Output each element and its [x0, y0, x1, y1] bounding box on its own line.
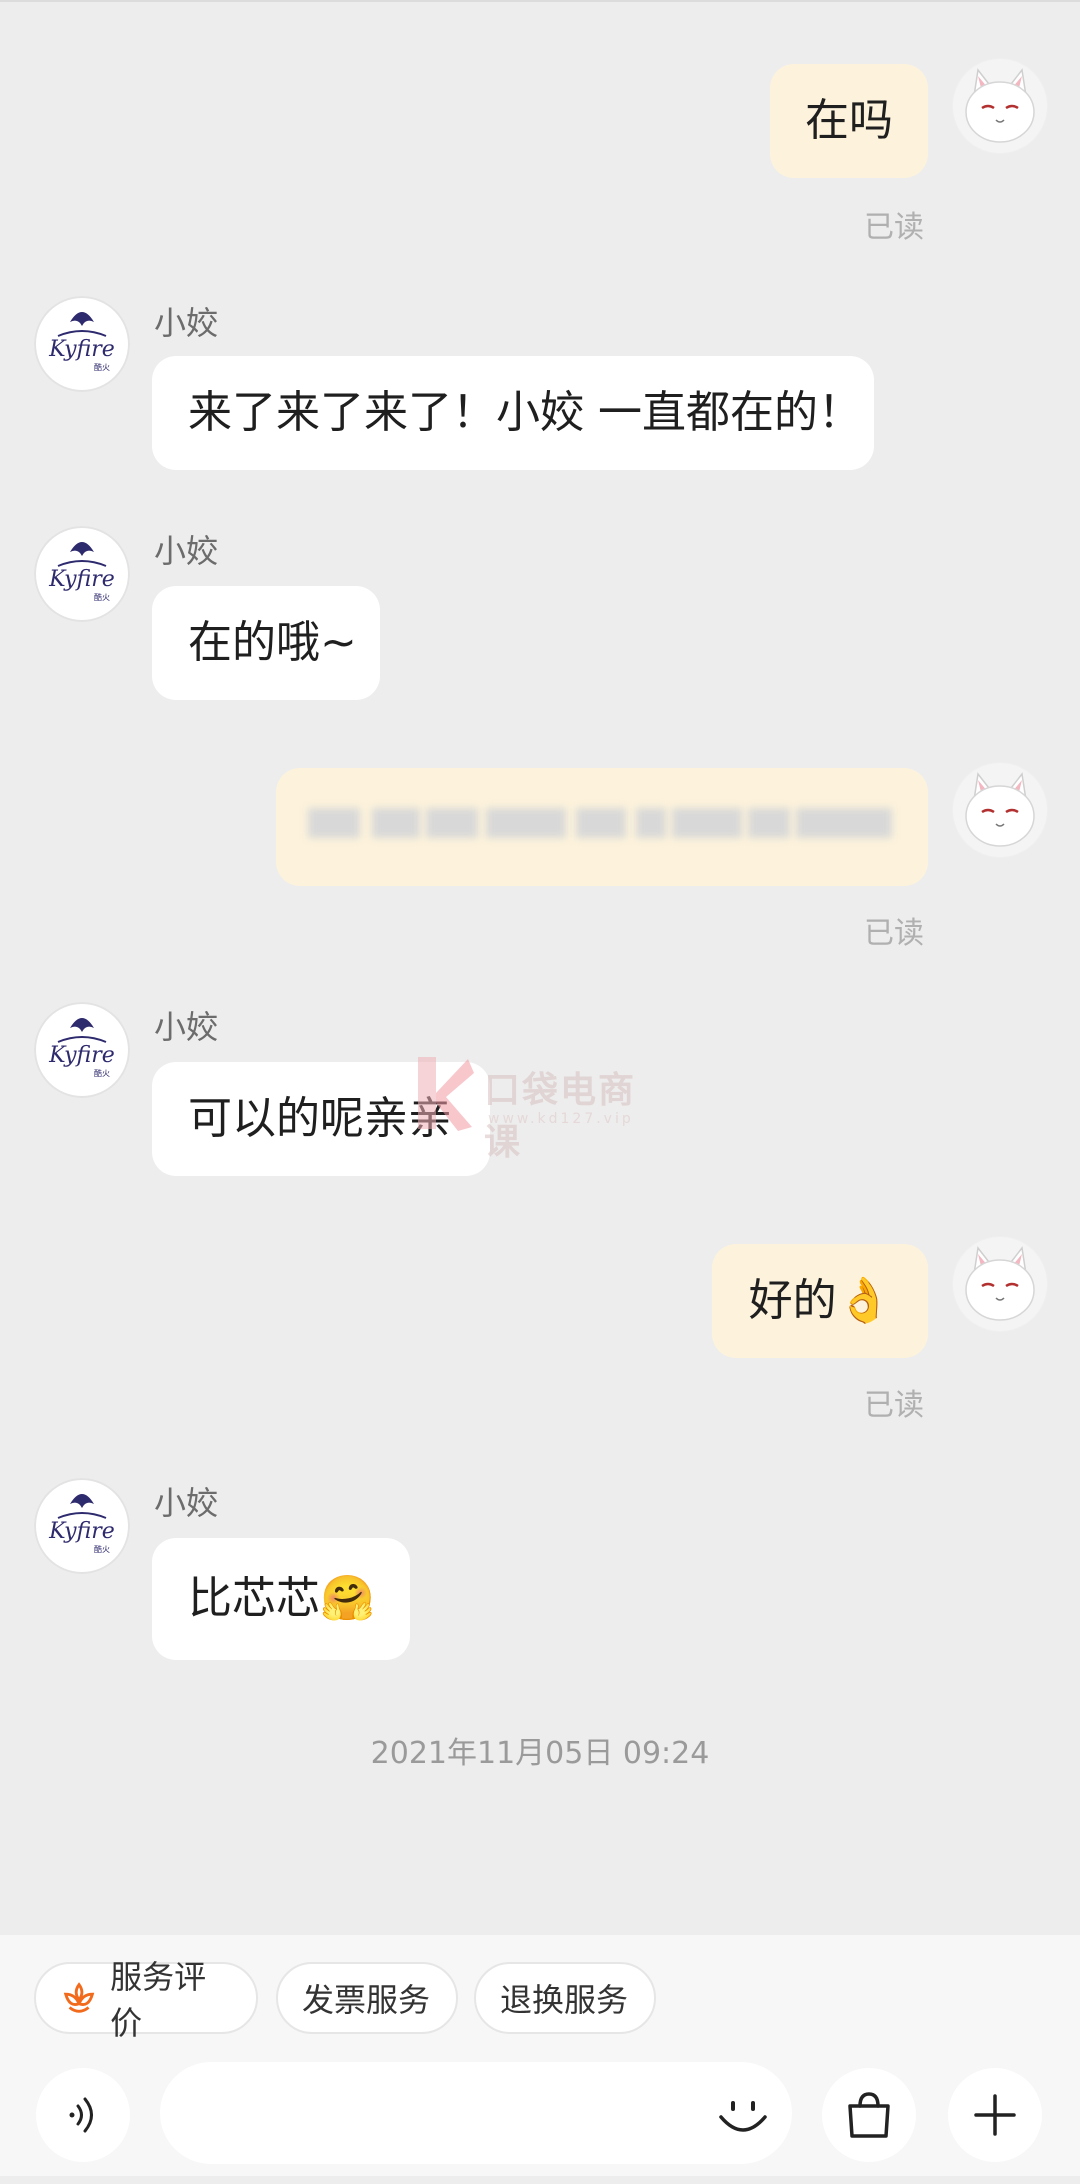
- svg-text:酷火: 酷火: [94, 1068, 110, 1078]
- shop-logo-icon: Kyfire 酷火: [48, 1494, 115, 1554]
- emoji-icon: [719, 2101, 767, 2132]
- sender-name: 小姣: [154, 1484, 219, 1522]
- blurred-content: [636, 808, 666, 838]
- chip-label: 发票服务: [302, 1981, 431, 2019]
- user-avatar[interactable]: [952, 762, 1048, 858]
- message-text: 来了来了来了！小姣 一直都在的！: [188, 387, 862, 438]
- sender-name: 小姣: [154, 532, 219, 570]
- svg-text:Kyfire: Kyfire: [48, 337, 115, 362]
- message-text: 比芯芯🤗: [188, 1573, 375, 1624]
- shopping-bag-button[interactable]: [822, 2068, 916, 2162]
- flower-icon: [63, 1982, 95, 2013]
- emoji-button[interactable]: [696, 2068, 790, 2162]
- shop-logo-icon: Kyfire 酷火: [48, 1018, 115, 1078]
- cat-avatar-icon: [953, 763, 1047, 857]
- blurred-content: [426, 808, 478, 838]
- message-bubble-out[interactable]: 好的👌: [712, 1244, 928, 1358]
- svg-text:Kyfire: Kyfire: [48, 567, 115, 592]
- chat-timestamp: 2021年11月05日 09:24: [370, 1736, 710, 1771]
- plus-icon: [974, 2094, 1016, 2136]
- watermark-logo-icon: [418, 1057, 474, 1131]
- return-exchange-chip[interactable]: 退换服务: [474, 1962, 656, 2034]
- chip-label: 退换服务: [500, 1981, 629, 2019]
- voice-button[interactable]: [36, 2068, 130, 2162]
- shop-logo-icon: Kyfire 酷火: [48, 542, 115, 602]
- invoice-service-chip[interactable]: 发票服务: [276, 1962, 458, 2034]
- plus-button[interactable]: [948, 2068, 1042, 2162]
- watermark: 口袋电商课 www.kd127.vip: [412, 1053, 672, 1163]
- blurred-content: [576, 808, 626, 838]
- cat-avatar-icon: [953, 59, 1047, 153]
- message-bubble-in[interactable]: 在的哦~: [152, 586, 380, 700]
- top-divider: [0, 0, 1080, 2]
- svg-text:酷火: 酷火: [94, 1544, 110, 1554]
- service-rating-chip[interactable]: 服务评价: [34, 1958, 258, 2042]
- user-avatar[interactable]: [952, 58, 1048, 154]
- read-receipt: 已读: [864, 916, 924, 951]
- cat-avatar-icon: [953, 1237, 1047, 1331]
- blurred-content: [308, 808, 360, 838]
- blurred-content: [372, 808, 420, 838]
- blurred-content: [796, 808, 892, 838]
- bottom-edge: [0, 2176, 1080, 2184]
- message-bubble-in[interactable]: 比芯芯🤗: [152, 1538, 410, 1660]
- user-avatar[interactable]: [952, 1236, 1048, 1332]
- message-bubble-in[interactable]: 来了来了来了！小姣 一直都在的！: [152, 356, 874, 470]
- sender-name: 小姣: [154, 304, 219, 342]
- message-text: 好的👌: [748, 1275, 892, 1326]
- message-bubble-out-blurred[interactable]: [276, 768, 928, 886]
- shop-avatar[interactable]: Kyfire 酷火: [34, 296, 130, 392]
- chip-label: 服务评价: [110, 1958, 207, 2042]
- watermark-url: www.kd127.vip: [488, 1111, 634, 1127]
- message-text: 在的哦~: [188, 617, 357, 668]
- svg-text:Kyfire: Kyfire: [48, 1043, 115, 1068]
- read-receipt: 已读: [864, 210, 924, 245]
- shop-avatar[interactable]: Kyfire 酷火: [34, 1478, 130, 1574]
- voice-icon: [69, 2097, 93, 2133]
- svg-text:Kyfire: Kyfire: [48, 1519, 115, 1544]
- blurred-content: [672, 808, 742, 838]
- svg-text:酷火: 酷火: [94, 592, 110, 602]
- shop-avatar[interactable]: Kyfire 酷火: [34, 526, 130, 622]
- shopping-bag-icon: [848, 2092, 890, 2138]
- message-text: 在吗: [805, 95, 893, 146]
- message-bubble-out[interactable]: 在吗: [770, 64, 928, 178]
- read-receipt: 已读: [864, 1388, 924, 1423]
- svg-text:酷火: 酷火: [94, 362, 110, 372]
- shop-avatar[interactable]: Kyfire 酷火: [34, 1002, 130, 1098]
- sender-name: 小姣: [154, 1008, 219, 1046]
- blurred-content: [486, 808, 566, 838]
- shop-logo-icon: Kyfire 酷火: [48, 312, 115, 372]
- blurred-content: [748, 808, 790, 838]
